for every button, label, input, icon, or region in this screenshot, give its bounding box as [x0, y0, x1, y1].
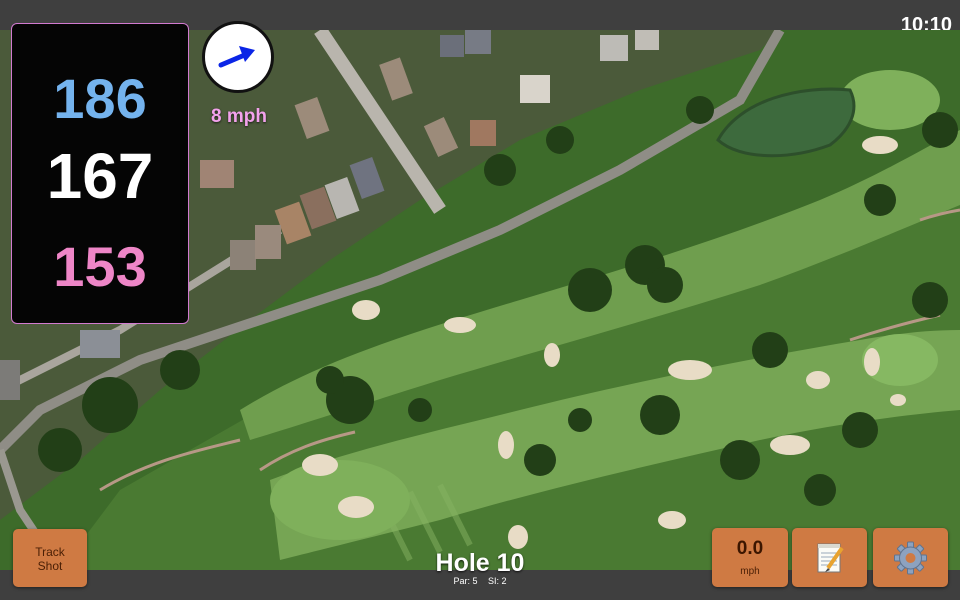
back-distance: 186 [53, 67, 147, 130]
hole-info: Par: 5 SI: 2 [380, 576, 580, 586]
gear-icon [894, 541, 927, 575]
wind-direction-dial [202, 21, 274, 93]
hole-title: Hole 10 [435, 549, 525, 577]
speed-button[interactable]: 0.0 mph [712, 528, 788, 587]
front-distance: 153 [53, 235, 147, 298]
notepad-icon [817, 543, 844, 573]
distance-panel[interactable]: 186 167 153 [11, 23, 189, 324]
settings-button[interactable] [873, 528, 948, 587]
par-label: Par: 5 [453, 576, 478, 586]
speed-unit: mph [740, 566, 760, 577]
stroke-index-label: SI: 2 [488, 576, 507, 586]
wind-direction-arrow-icon [218, 46, 255, 68]
speed-value: 0.0 [736, 538, 764, 559]
track-shot-label-line2: Shot [37, 559, 63, 573]
wind-speed: 8 mph [211, 106, 267, 127]
track-shot-label-line1: Track [35, 545, 65, 559]
notes-button[interactable] [792, 528, 867, 587]
track-shot-button[interactable]: Track Shot [13, 529, 87, 587]
middle-distance: 167 [46, 140, 154, 212]
